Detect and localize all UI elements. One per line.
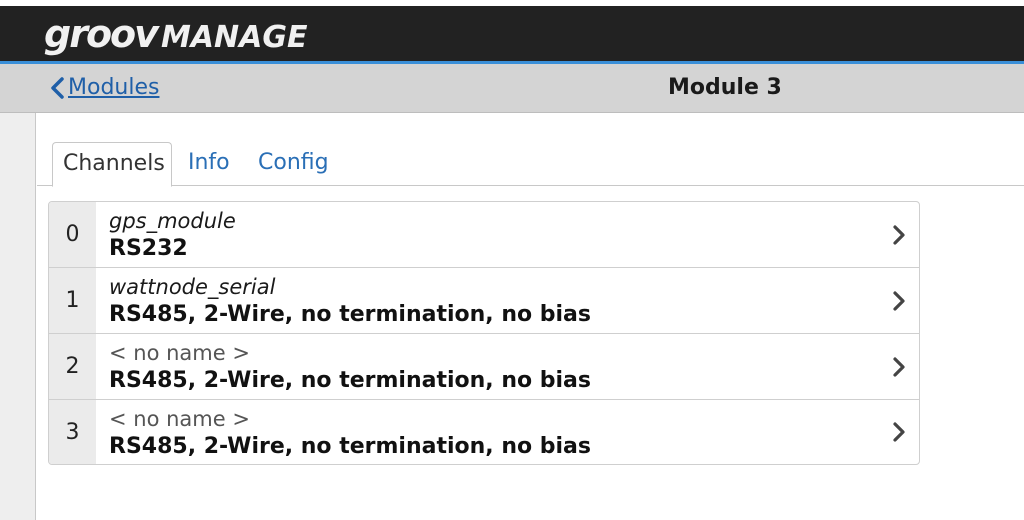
channel-text: < no name > RS485, 2-Wire, no terminatio… <box>96 334 879 399</box>
channel-type: RS232 <box>109 236 188 261</box>
logo-groov: groov <box>44 11 159 56</box>
left-rail <box>0 113 36 520</box>
channel-index: 2 <box>49 334 96 399</box>
channel-text: gps_module RS232 <box>96 202 879 267</box>
channel-type: RS485, 2-Wire, no termination, no bias <box>109 368 591 393</box>
channel-index: 0 <box>49 202 96 267</box>
row-arrow <box>879 202 919 267</box>
channel-row-3[interactable]: 3 < no name > RS485, 2-Wire, no terminat… <box>49 400 919 464</box>
channel-text: < no name > RS485, 2-Wire, no terminatio… <box>96 400 879 464</box>
chevron-left-icon <box>51 76 64 99</box>
channel-index: 3 <box>49 400 96 464</box>
groov-manage-logo: groov MANAGE <box>44 12 307 56</box>
back-to-modules-link[interactable]: Modules <box>48 75 159 100</box>
channel-name: wattnode_serial <box>109 275 276 299</box>
chevron-right-icon <box>893 422 905 442</box>
channel-type: RS485, 2-Wire, no termination, no bias <box>109 434 591 459</box>
channel-name: < no name > <box>109 407 250 431</box>
channel-type: RS485, 2-Wire, no termination, no bias <box>109 302 591 327</box>
channel-name: gps_module <box>109 209 236 233</box>
channel-text: wattnode_serial RS485, 2-Wire, no termin… <box>96 268 879 333</box>
nav-bar: Modules Module 3 <box>0 64 1024 113</box>
row-arrow <box>879 268 919 333</box>
back-link-label: Modules <box>68 75 160 100</box>
tab-config[interactable]: Config <box>248 142 339 186</box>
channel-row-1[interactable]: 1 wattnode_serial RS485, 2-Wire, no term… <box>49 268 919 334</box>
chevron-right-icon <box>893 224 905 245</box>
page-title: Module 3 <box>668 75 782 100</box>
tab-bar: Channels Info Config <box>37 142 1024 187</box>
tab-channels[interactable]: Channels <box>52 142 172 187</box>
chevron-right-icon <box>893 356 905 377</box>
chevron-right-icon <box>893 290 905 311</box>
channel-list: 0 gps_module RS232 1 wattnode_serial RS4… <box>48 201 920 465</box>
row-arrow <box>879 334 919 399</box>
channel-row-2[interactable]: 2 < no name > RS485, 2-Wire, no terminat… <box>49 334 919 400</box>
logo-manage: MANAGE <box>160 19 308 55</box>
channel-row-0[interactable]: 0 gps_module RS232 <box>49 202 919 268</box>
main-content: Channels Info Config 0 gps_module RS232 … <box>37 113 1024 520</box>
tab-info[interactable]: Info <box>178 142 240 186</box>
channel-index: 1 <box>49 268 96 333</box>
app-header: groov MANAGE <box>0 6 1024 61</box>
channel-name: < no name > <box>109 341 250 365</box>
body: Channels Info Config 0 gps_module RS232 … <box>0 113 1024 520</box>
row-arrow <box>879 400 919 464</box>
